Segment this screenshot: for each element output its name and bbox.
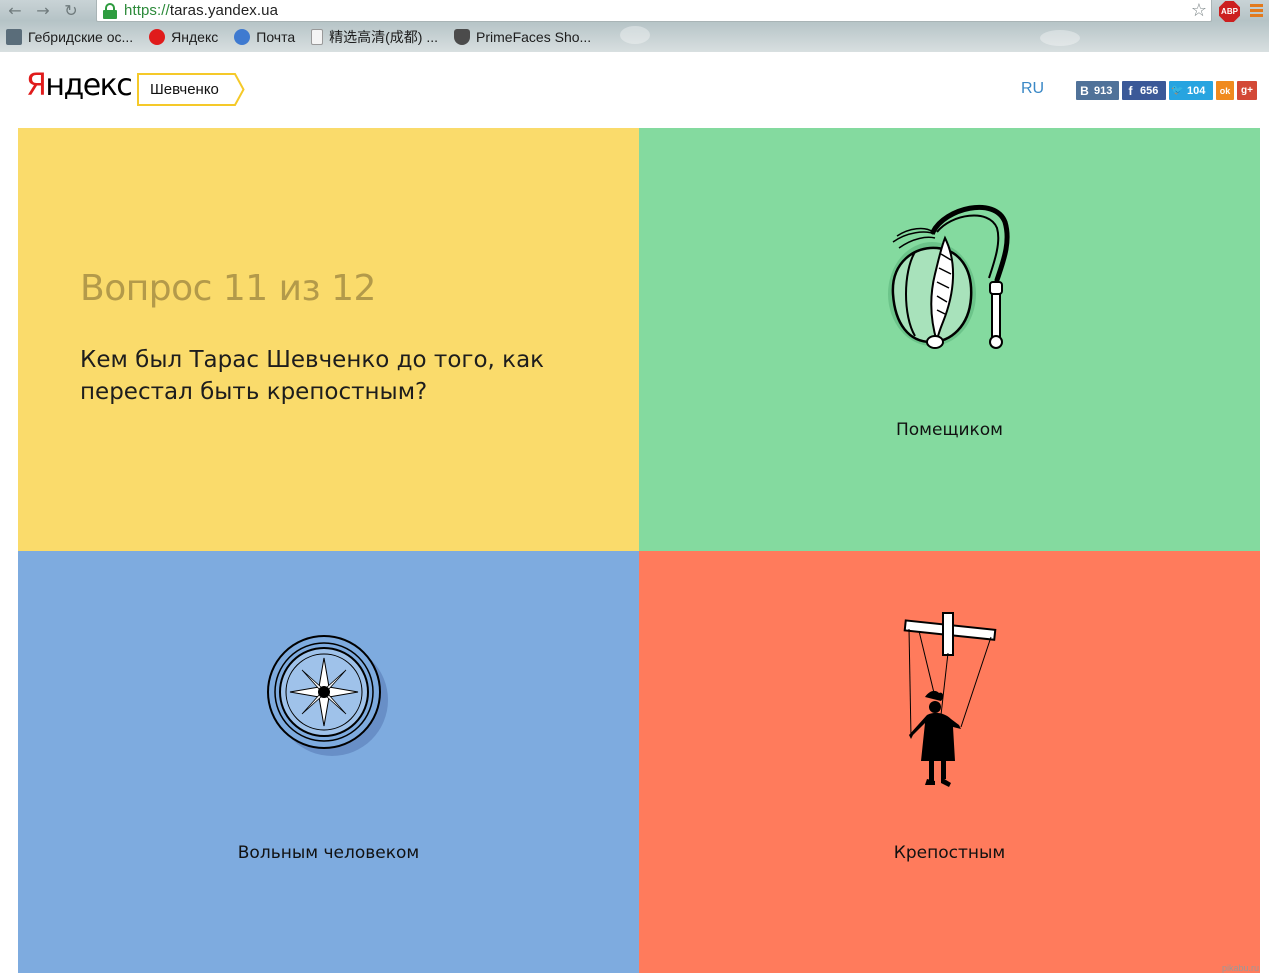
vk-icon: В <box>1080 83 1089 98</box>
bookmark-label: Почта <box>256 29 296 45</box>
share-twitter-button[interactable]: 🐦 104 <box>1169 81 1213 100</box>
yandex-logo[interactable]: Яндекс <box>26 68 133 103</box>
landlord-whip-icon <box>888 204 1010 349</box>
bookmark-item[interactable]: 精选高清(成都) ... <box>311 27 438 47</box>
language-switch[interactable]: RU <box>1021 80 1044 98</box>
share-google-plus-button[interactable]: g+ <box>1237 81 1257 100</box>
share-count: 656 <box>1140 84 1159 97</box>
compass-icon <box>267 635 388 756</box>
bookmark-page-icon <box>6 29 22 45</box>
answer-label: Вольным человеком <box>237 843 420 863</box>
google-plus-icon: g+ <box>1241 85 1253 96</box>
browser-chrome: ← → ↻ https://taras.yandex.ua ☆ ABP Гебр… <box>0 0 1269 52</box>
back-arrow-icon[interactable]: ← <box>4 1 26 21</box>
browser-menu-icon[interactable] <box>1250 4 1263 19</box>
adblock-plus-icon[interactable]: ABP <box>1219 1 1240 22</box>
mail-icon <box>234 29 251 45</box>
lock-icon <box>102 2 118 19</box>
navigation-buttons: ← → ↻ <box>4 1 82 21</box>
bookmark-item[interactable]: Яндекс <box>149 29 218 45</box>
url-text[interactable]: https://taras.yandex.ua <box>124 2 278 19</box>
answer-label: Помещиком <box>895 420 1004 440</box>
bookmark-label: 精选高清(成都) ... <box>329 29 439 45</box>
odnoklassniki-icon: ok <box>1219 85 1231 96</box>
background-splash <box>1040 30 1080 46</box>
question-counter: Вопрос 11 из 12 <box>80 268 376 309</box>
bookmark-item[interactable]: Почта <box>234 29 295 45</box>
bookmark-item[interactable]: PrimeFaces Sho... <box>454 29 591 45</box>
bookmarks-bar: Гебридские ос... Яндекс Почта 精选高清(成都) .… <box>0 24 607 50</box>
page-header: Яндекс Шевченко RU В 913 f 656 🐦 104 ok … <box>0 52 1269 128</box>
share-vk-button[interactable]: В 913 <box>1076 81 1119 100</box>
forward-arrow-icon[interactable]: → <box>32 1 54 21</box>
answer-free-man[interactable]: Вольным человеком <box>18 551 639 973</box>
breadcrumb-arrow-icon <box>228 73 245 106</box>
bookmark-item[interactable]: Гебридские ос... <box>6 29 133 45</box>
yandex-icon <box>149 29 166 45</box>
question-card: Вопрос 11 из 12 Кем был Тарас Шевченко д… <box>18 128 639 551</box>
answer-label: Крепостным <box>893 843 1006 863</box>
twitter-icon: 🐦 <box>1171 85 1184 96</box>
logo-first-letter: Я <box>26 68 47 103</box>
url-scheme: https:// <box>124 2 170 19</box>
answer-serf[interactable]: Крепостным <box>639 551 1260 973</box>
background-splash <box>620 26 650 44</box>
marionette-icon <box>903 612 997 787</box>
facebook-icon: f <box>1128 83 1133 98</box>
breadcrumb-shevchenko[interactable]: Шевченко <box>137 73 229 106</box>
bookmark-star-icon[interactable]: ☆ <box>1191 0 1207 21</box>
quiz-grid: Вопрос 11 из 12 Кем был Тарас Шевченко д… <box>18 128 1260 973</box>
reload-icon[interactable]: ↻ <box>60 1 82 21</box>
bookmark-label: PrimeFaces Sho... <box>476 29 592 45</box>
share-buttons: В 913 f 656 🐦 104 ok g+ <box>1076 81 1257 100</box>
watermark: pikabu.ru <box>1222 963 1260 973</box>
share-facebook-button[interactable]: f 656 <box>1122 81 1166 100</box>
document-icon <box>311 29 324 45</box>
answer-landlord[interactable]: Помещиком <box>639 128 1260 551</box>
url-host: taras.yandex.ua <box>169 2 279 19</box>
logo-rest: ндекс <box>45 68 132 103</box>
bookmark-label: Яндекс <box>171 29 219 45</box>
address-bar[interactable]: https://taras.yandex.ua ☆ <box>96 0 1212 22</box>
share-odnoklassniki-button[interactable]: ok <box>1216 81 1234 100</box>
bookmark-label: Гебридские ос... <box>28 29 134 45</box>
question-text: Кем был Тарас Шевченко до того, как пере… <box>80 347 545 405</box>
share-count: 104 <box>1187 84 1206 97</box>
share-count: 913 <box>1094 84 1113 97</box>
primefaces-icon <box>454 29 471 45</box>
